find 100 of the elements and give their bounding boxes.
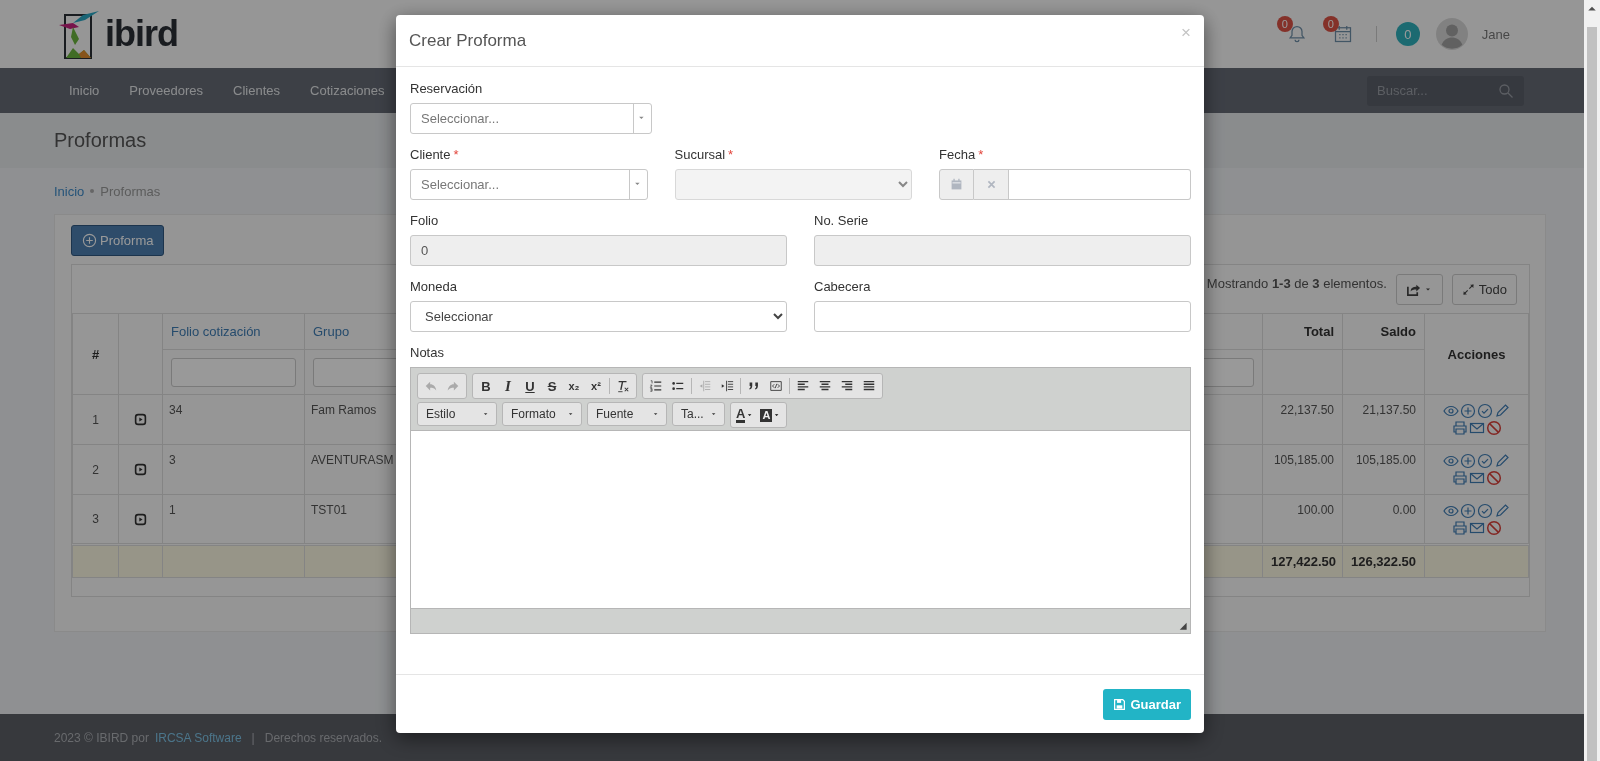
text-color-button[interactable]: A <box>733 405 758 425</box>
pagination-summary: Mostrando 1-3 de 3 elementos. <box>1206 276 1387 291</box>
edit-icon[interactable] <box>1494 403 1510 419</box>
add-proforma-button[interactable]: Proforma <box>71 225 165 256</box>
breadcrumb-link[interactable]: Inicio <box>54 183 85 199</box>
cancel-icon[interactable] <box>1485 470 1502 486</box>
editor-dropdown[interactable]: Formato <box>502 402 582 426</box>
mail-icon[interactable] <box>1468 420 1485 436</box>
caret-icon <box>711 410 718 418</box>
editor-dropdown[interactable]: Fuente <box>587 402 667 426</box>
page-title: Proformas <box>54 129 147 152</box>
edit-icon[interactable] <box>1494 503 1510 519</box>
total-cell: 126,322.50 <box>1342 544 1425 578</box>
table-cell: 105,185.00 <box>1342 444 1425 495</box>
cancel-icon[interactable] <box>1485 420 1502 436</box>
clear-icon <box>985 179 997 190</box>
redo-icon <box>446 379 460 393</box>
view-icon[interactable] <box>1443 403 1459 419</box>
expand-row-icon[interactable] <box>134 463 147 476</box>
align-right-icon <box>840 379 854 393</box>
plus-circle-icon[interactable] <box>1460 503 1476 519</box>
outdent-icon <box>698 379 712 393</box>
mail-icon[interactable] <box>1468 520 1485 536</box>
editor-italic-button[interactable]: I <box>497 376 519 396</box>
caret-icon <box>568 410 575 418</box>
align-left-icon <box>796 379 810 393</box>
print-icon[interactable] <box>1451 420 1468 436</box>
date-field[interactable] <box>1009 169 1191 200</box>
expand-row-icon[interactable] <box>134 413 147 426</box>
editor-underline-button[interactable]: U <box>519 376 541 396</box>
caret-icon <box>653 410 660 418</box>
field-label: No. Serie <box>814 213 869 228</box>
dropdown-field[interactable]: Seleccionar... <box>410 169 648 200</box>
editor-dropdown[interactable]: Estilo <box>417 402 497 426</box>
bell-icon[interactable] <box>1286 24 1307 44</box>
plus-circle-icon[interactable] <box>1460 403 1476 419</box>
edit-icon[interactable] <box>1494 453 1510 469</box>
view-icon[interactable] <box>1443 453 1459 469</box>
table-cell: 3 <box>162 444 305 495</box>
table-cell: 2 <box>72 444 119 495</box>
expand-row-icon[interactable] <box>134 512 147 526</box>
editor-superscript-button[interactable]: x² <box>585 376 607 396</box>
field-label: Fecha <box>939 147 976 162</box>
scrollbar-thumb[interactable] <box>1587 27 1597 761</box>
footer-separator: | <box>251 730 255 745</box>
field-label: Moneda <box>410 279 457 294</box>
user-avatar-icon[interactable] <box>1435 18 1468 50</box>
table-cell: 22,137.50 <box>1262 394 1343 445</box>
align-center-icon <box>818 379 832 393</box>
editor-dropdown[interactable]: Ta... <box>672 402 725 426</box>
check-circle-icon[interactable] <box>1477 453 1493 469</box>
field-label: Cabecera <box>814 279 871 294</box>
filter-field[interactable] <box>171 357 296 387</box>
calendar-button[interactable] <box>939 169 974 200</box>
caret-icon <box>483 410 490 418</box>
background-color-button[interactable]: A <box>757 405 785 425</box>
plus-circle-icon[interactable] <box>1460 453 1476 469</box>
show-all-button[interactable]: Todo <box>1451 274 1517 305</box>
total-cell: 127,422.50 <box>1262 544 1343 578</box>
view-icon[interactable] <box>1443 503 1459 519</box>
print-icon[interactable] <box>1451 470 1468 486</box>
mail-icon[interactable] <box>1468 470 1485 486</box>
nav-link[interactable]: Clientes <box>218 83 296 98</box>
nav-link[interactable]: Inicio <box>54 83 115 98</box>
required-mark: * <box>978 147 984 162</box>
save-icon <box>1113 697 1127 711</box>
bird-logo-icon <box>57 9 101 59</box>
calendar-icon <box>950 178 963 191</box>
field-label: Folio <box>410 213 439 228</box>
user-name[interactable]: Jane <box>1481 26 1510 42</box>
editor-subscript-button[interactable]: x₂ <box>563 376 585 396</box>
resize-grip-icon[interactable] <box>1177 620 1188 631</box>
bulleted-list-icon <box>671 379 685 393</box>
notification-badge: 0 <box>1276 16 1293 32</box>
table-cell: 1 <box>72 394 119 445</box>
text-field: 0 <box>410 235 787 266</box>
column-header: Acciones <box>1424 313 1529 395</box>
column-header: # <box>72 313 119 395</box>
nav-link[interactable]: Proveedores <box>114 83 219 98</box>
numbered-list-icon <box>649 379 663 393</box>
dropdown-field[interactable]: Seleccionar... <box>410 103 653 134</box>
calendar-icon[interactable] <box>1332 24 1353 44</box>
expand-icon <box>1461 283 1475 296</box>
logo-text: ibird <box>105 13 178 55</box>
breadcrumb-separator <box>90 189 95 193</box>
column-header: Total <box>1262 313 1343 350</box>
nav-link[interactable]: Cotizaciones <box>295 83 400 98</box>
text-field[interactable] <box>814 301 1191 332</box>
div-icon <box>769 379 783 393</box>
check-circle-icon[interactable] <box>1477 403 1493 419</box>
check-circle-icon[interactable] <box>1477 503 1493 519</box>
print-icon[interactable] <box>1451 520 1468 536</box>
editor-bold-button[interactable]: B <box>475 376 497 396</box>
column-header[interactable]: Folio cotización <box>162 313 305 350</box>
editor-strike-button[interactable]: S <box>541 376 563 396</box>
notification-badge: 0 <box>1322 16 1339 32</box>
share-icon <box>1405 282 1421 297</box>
export-dropdown-button[interactable] <box>1395 274 1443 305</box>
cancel-icon[interactable] <box>1485 520 1502 536</box>
dropdown-field[interactable]: Seleccionar <box>410 301 787 332</box>
